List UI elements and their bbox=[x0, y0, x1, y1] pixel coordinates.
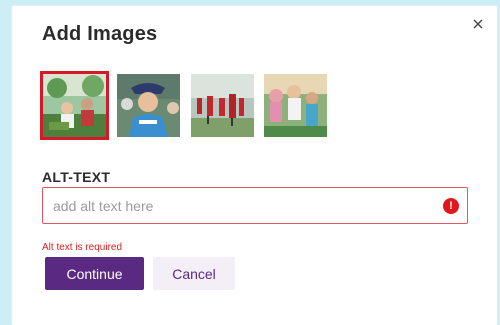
dialog-title: Add Images bbox=[42, 23, 158, 45]
thumbnail-woman-smiling[interactable] bbox=[117, 74, 180, 137]
add-images-dialog: Add Images ALT-TEXT add alt text here ! … bbox=[12, 6, 497, 325]
thumbnail-runners-group[interactable] bbox=[191, 74, 254, 137]
thumbnail-family-outdoors[interactable] bbox=[264, 74, 327, 137]
alt-text-field: ! bbox=[42, 187, 468, 224]
alt-text-input[interactable] bbox=[43, 188, 433, 223]
thumbnail-garden-volunteers[interactable] bbox=[40, 71, 109, 140]
continue-button[interactable]: Continue bbox=[45, 257, 144, 290]
alt-text-label: ALT-TEXT bbox=[42, 169, 111, 185]
alt-text-error-message: Alt text is required bbox=[42, 242, 123, 253]
error-icon: ! bbox=[443, 198, 459, 214]
close-icon[interactable] bbox=[470, 16, 486, 32]
cancel-button[interactable]: Cancel bbox=[153, 257, 235, 290]
